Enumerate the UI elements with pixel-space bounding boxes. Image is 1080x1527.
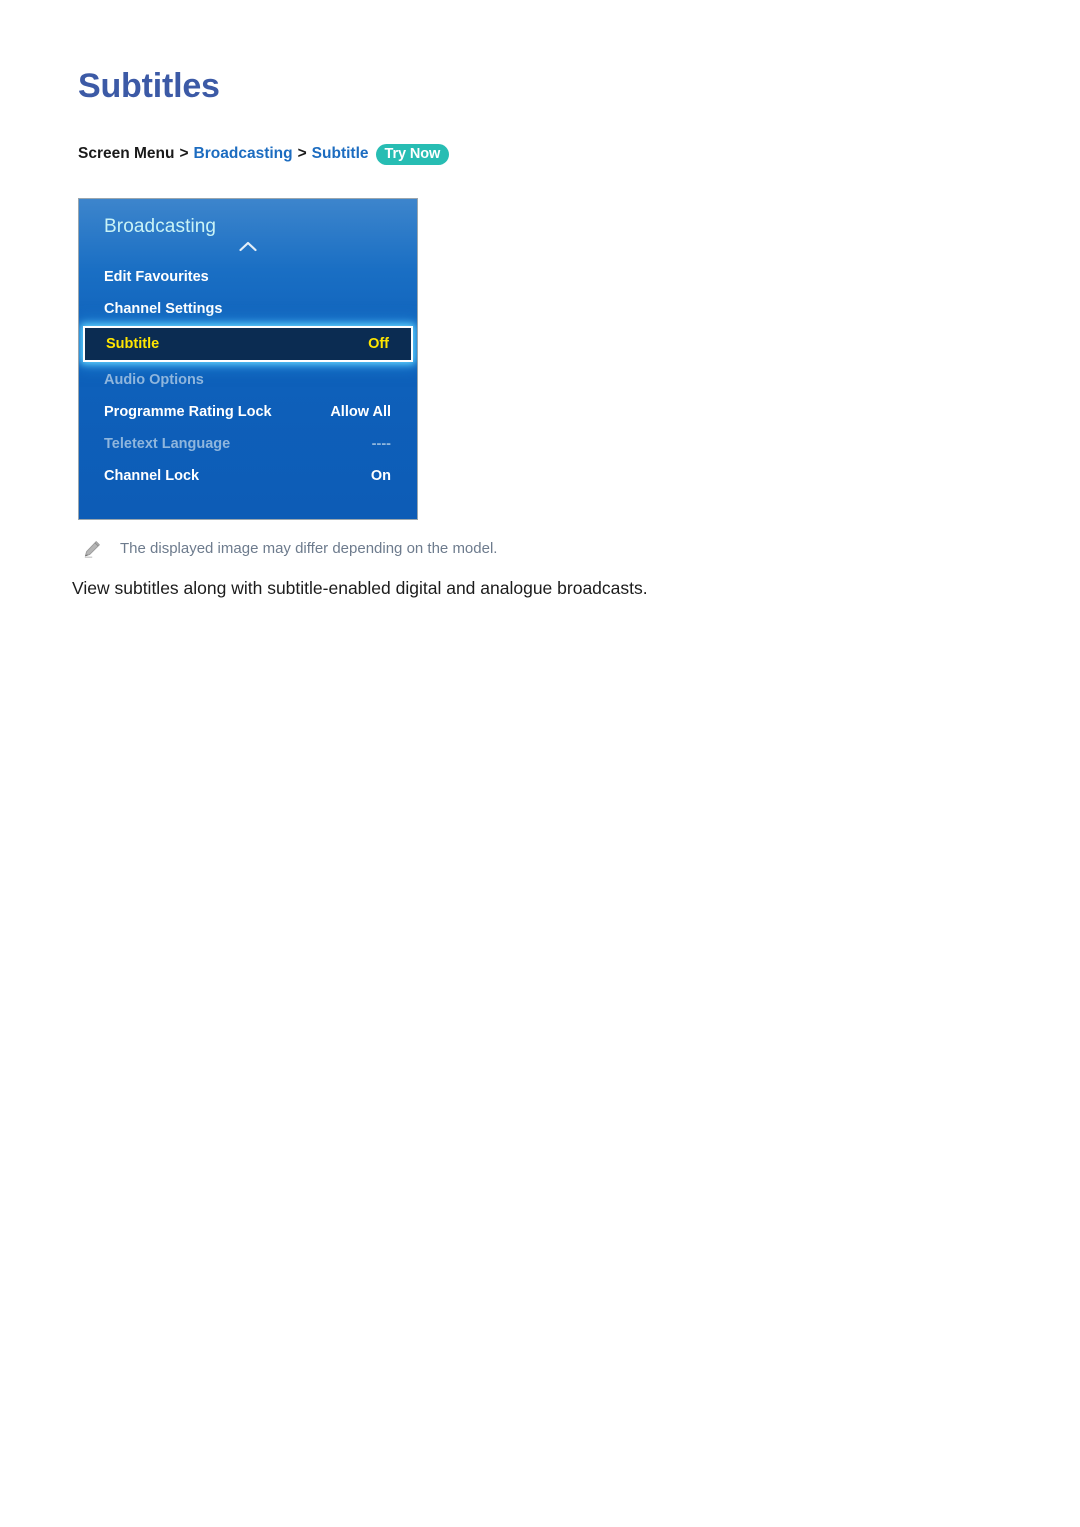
tv-menu-item-value: Off xyxy=(368,336,389,352)
tv-menu-item-value: ---- xyxy=(371,436,391,452)
tv-menu-item-label: Audio Options xyxy=(104,372,204,388)
breadcrumb: Screen Menu > Broadcasting > Subtitle Tr… xyxy=(78,143,450,165)
tv-menu-panel: Broadcasting Edit Favourites Channel Set… xyxy=(78,198,418,520)
breadcrumb-link-broadcasting[interactable]: Broadcasting xyxy=(194,143,293,165)
page-title: Subtitles xyxy=(78,67,220,105)
tv-menu-item-channel-lock[interactable]: Channel Lock On xyxy=(79,460,417,492)
tv-menu-header: Broadcasting xyxy=(104,216,217,237)
tv-menu-item-subtitle[interactable]: Subtitle Off xyxy=(83,326,413,362)
chevron-up-icon xyxy=(79,239,417,252)
tv-menu-item-label: Channel Lock xyxy=(104,468,200,484)
breadcrumb-link-subtitle[interactable]: Subtitle xyxy=(312,143,369,165)
pencil-icon xyxy=(82,539,102,559)
tv-menu-list: Edit Favourites Channel Settings Subtitl… xyxy=(79,261,417,492)
note-line: The displayed image may differ depending… xyxy=(82,538,497,560)
tv-menu-item-value: On xyxy=(370,468,391,484)
tv-menu-item-label: Programme Rating Lock xyxy=(104,404,272,420)
try-now-badge[interactable]: Try Now xyxy=(375,143,450,165)
tv-menu-item-label: Edit Favourites xyxy=(104,269,209,285)
breadcrumb-root: Screen Menu xyxy=(78,145,175,162)
body-paragraph: View subtitles along with subtitle-enabl… xyxy=(72,578,648,598)
tv-menu-item-label: Channel Settings xyxy=(104,301,223,317)
tv-menu-selected-row-wrapper: Subtitle Off xyxy=(79,326,417,362)
tv-menu-item-edit-favourites[interactable]: Edit Favourites xyxy=(79,261,417,293)
tv-menu-item-label: Subtitle xyxy=(106,336,160,352)
tv-menu-item-programme-rating-lock[interactable]: Programme Rating Lock Allow All xyxy=(79,396,417,428)
tv-menu-item-teletext-language: Teletext Language ---- xyxy=(79,428,417,460)
tv-menu-item-label: Teletext Language xyxy=(104,436,231,452)
tv-menu-item-value: Allow All xyxy=(330,404,391,420)
breadcrumb-separator-2: > xyxy=(297,145,307,162)
tv-menu-item-channel-settings[interactable]: Channel Settings xyxy=(79,293,417,325)
breadcrumb-separator-1: > xyxy=(179,145,189,162)
note-text: The displayed image may differ depending… xyxy=(120,540,498,557)
tv-menu-item-audio-options: Audio Options xyxy=(79,364,417,396)
